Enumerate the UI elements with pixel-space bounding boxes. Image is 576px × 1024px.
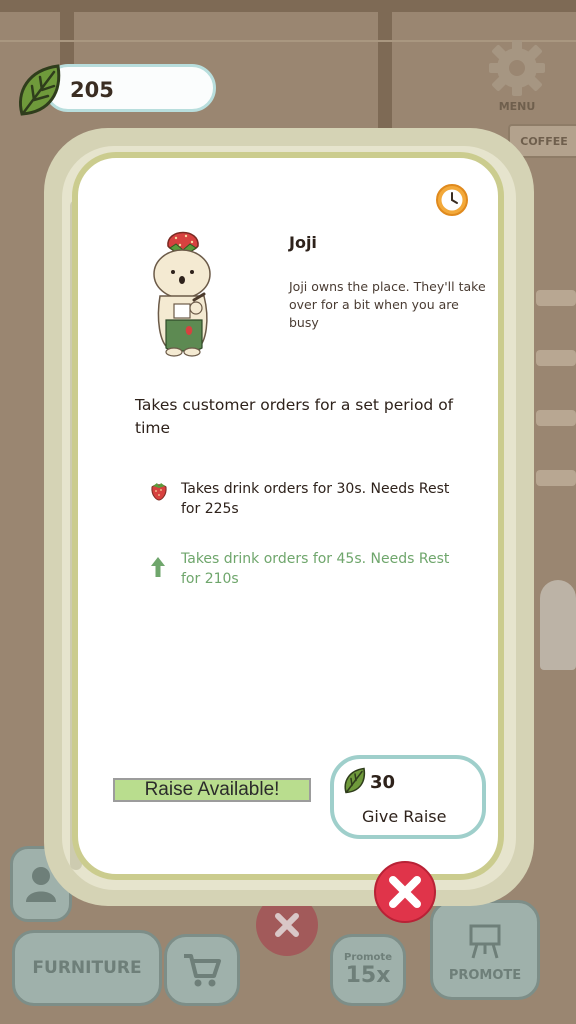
- menu-button[interactable]: MENU: [482, 38, 552, 113]
- staff-description: Joji owns the place. They'll take over f…: [289, 279, 486, 330]
- staff-portrait: [146, 220, 220, 360]
- shelf: [536, 290, 576, 306]
- shelf: [536, 410, 576, 426]
- clock-icon[interactable]: [435, 183, 469, 217]
- menu-label: MENU: [498, 100, 536, 113]
- easel-icon: [469, 924, 501, 959]
- close-icon: [275, 913, 299, 937]
- shelf: [536, 470, 576, 486]
- shelf: [536, 350, 576, 366]
- ceiling-beam: [0, 0, 576, 12]
- coffee-sign-label: COFFEE: [520, 134, 568, 148]
- shop-button[interactable]: [164, 934, 240, 1006]
- promote-button[interactable]: PROMOTE: [430, 900, 540, 1000]
- wall-beam: [378, 0, 392, 130]
- cart-icon: [184, 954, 221, 987]
- leaf-icon: [14, 62, 66, 120]
- upgrade-arrow-icon: [150, 555, 166, 579]
- promote-label: PROMOTE: [448, 968, 522, 983]
- gear-icon: [489, 40, 545, 96]
- promote-multiplier: 15x: [345, 963, 391, 988]
- give-raise-label: Give Raise: [362, 807, 447, 826]
- leaf-icon: [342, 766, 368, 796]
- furniture-label: FURNITURE: [32, 958, 142, 978]
- ability-title: Takes customer orders for a set period o…: [135, 396, 454, 437]
- raise-status-bar: Raise Available!: [113, 778, 311, 802]
- furniture-button[interactable]: FURNITURE: [12, 930, 162, 1006]
- customer-figure: [540, 580, 576, 670]
- promote-small-label: Promote: [344, 952, 392, 963]
- promote-boost-button[interactable]: Promote 15x: [330, 934, 406, 1006]
- next-level-text: Takes drink orders for 45s. Needs Rest f…: [181, 551, 450, 587]
- leaf-count: 205: [70, 78, 114, 102]
- strawberry-icon: [149, 479, 169, 501]
- raise-status-label: Raise Available!: [144, 779, 280, 800]
- staff-name: Joji: [289, 233, 317, 252]
- close-button[interactable]: [373, 860, 437, 924]
- raise-cost: 30: [370, 772, 396, 793]
- current-level-text: Takes drink orders for 30s. Needs Rest f…: [181, 481, 450, 517]
